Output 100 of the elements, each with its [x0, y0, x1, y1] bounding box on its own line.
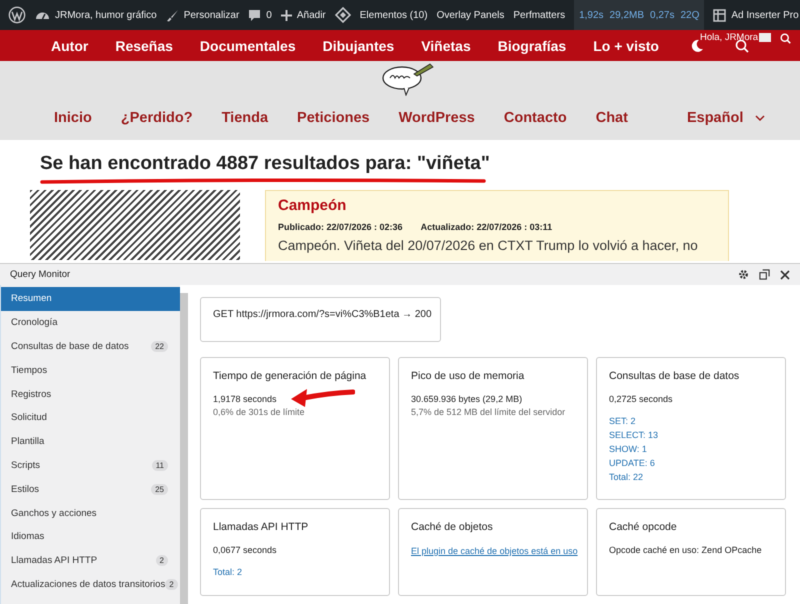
sidebar-label: Solicitud [11, 412, 47, 424]
post-title[interactable]: Campeón [278, 196, 728, 214]
count-badge: 11 [152, 460, 168, 471]
sidebar-item[interactable]: Registros [1, 382, 180, 406]
card-title: Llamadas API HTTP [213, 521, 310, 533]
metric-note: 0,6% de 301s de límite [213, 406, 305, 419]
sidebar-item[interactable]: Actualizaciones de datos transitorios 2 [1, 572, 180, 596]
metric-value: Opcode caché en uso: Zend OPcache [609, 544, 762, 557]
count-badge: 22 [151, 340, 168, 352]
sidebar-label: Plantilla [11, 436, 44, 448]
popout-icon[interactable] [759, 269, 770, 280]
sidebar-item[interactable]: Cronología [1, 310, 180, 335]
grid-icon [713, 8, 726, 22]
metric-value: 30.659.936 bytes (29,2 MB) [411, 393, 522, 406]
card-title: Tiempo de generación de página [213, 370, 368, 382]
avatar-placeholder [759, 33, 771, 42]
nav-link[interactable]: Tienda [222, 110, 268, 126]
search-icon[interactable] [735, 39, 749, 53]
nav-link[interactable]: Lo + visto [593, 38, 659, 54]
sidebar-item[interactable]: Consultas de base de datos 22 [1, 334, 180, 358]
stat-value: 1,92s [579, 10, 604, 20]
close-icon[interactable] [780, 270, 790, 280]
count-badge: 2 [156, 555, 168, 566]
metric-link[interactable]: SELECT: 13 [609, 428, 658, 442]
admin-bar-item[interactable]: Perfmatters [513, 10, 566, 20]
admin-bar-item[interactable]: Añadir [280, 10, 326, 20]
stat-value: 22Q [680, 10, 700, 20]
published-date: Publicado: 22/07/2026 : 02:36 [278, 222, 403, 232]
card-title: Consultas de base de datos [609, 370, 740, 382]
nav-link[interactable]: Contacto [504, 110, 567, 126]
sidebar-item[interactable]: Idiomas [1, 524, 180, 549]
nav-link[interactable]: ¿Perdido? [120, 110, 193, 126]
updated-date: Actualizado: 22/07/2026 : 03:11 [420, 222, 552, 232]
metric-link[interactable]: Total: 22 [609, 470, 644, 484]
settings-icon[interactable] [738, 269, 749, 280]
card-title: Caché de objetos [411, 521, 494, 533]
metric-link[interactable]: SHOW: 1 [609, 442, 647, 456]
comment-icon [248, 8, 262, 22]
metric-value: 0,2725 seconds [609, 393, 673, 406]
admin-bar-item[interactable]: Overlay Panels [436, 10, 504, 20]
nav-link[interactable]: WordPress [398, 110, 475, 126]
sidebar-label: Tiempos [11, 364, 48, 376]
greeting-text[interactable]: Hola, JRMora [700, 32, 758, 43]
nav-link[interactable]: Reseñas [115, 38, 173, 54]
nav-link[interactable]: Inicio [54, 110, 92, 126]
nav-link[interactable]: Autor [51, 38, 88, 54]
sidebar-item[interactable]: Llamadas API HTTP 2 [1, 548, 180, 573]
admin-bar-item[interactable]: Elementos (10) [360, 10, 428, 20]
metric-link[interactable]: Total: 2 [213, 565, 242, 579]
nav-link[interactable]: Viñetas [421, 38, 471, 54]
search-icon[interactable] [780, 33, 791, 44]
nav-link[interactable]: Documentales [200, 38, 296, 54]
sidebar-label: Ganchos y acciones [11, 508, 97, 519]
stat-value: 29,2MB [610, 10, 644, 20]
nav-link[interactable]: Chat [596, 110, 628, 126]
speech-bubble-logo-drawing[interactable] [380, 62, 436, 96]
nav-link[interactable]: Español [686, 110, 766, 126]
sidebar-item[interactable]: Tiempos [1, 358, 180, 382]
plus-icon [280, 10, 292, 20]
stat-value: 0,27s [650, 10, 674, 20]
search-results-heading: Se han encontrado 4887 resultados para: "viñeta" [40, 152, 490, 176]
request-line: GET https://jrmora.com/?s=vi%C3%B1eta → 200 [213, 309, 432, 320]
sidebar-item[interactable]: Scripts 11 [1, 454, 180, 478]
card-title: Caché opcode [609, 521, 678, 533]
sidebar-label: Consultas de base de datos [11, 340, 129, 352]
wordpress-logo-icon[interactable] [8, 6, 26, 24]
metric-link[interactable]: SET: 2 [609, 414, 636, 428]
sidebar-label: Resumen [11, 293, 52, 304]
panel-title: Query Monitor [10, 269, 70, 280]
count-badge: 25 [151, 484, 168, 495]
nav-link[interactable]: Peticiones [297, 110, 370, 126]
admin-bar-item[interactable]: 0 [248, 8, 272, 22]
sidebar-item[interactable]: Resumen [1, 287, 180, 311]
metric-link[interactable]: UPDATE: 6 [609, 456, 655, 470]
sidebar-label: Llamadas API HTTP [11, 555, 98, 566]
sidebar-label: Idiomas [11, 531, 44, 542]
sidebar-label: Scripts [11, 460, 40, 471]
sidebar-label: Estilos [11, 484, 39, 495]
query-monitor-stats[interactable]: 1,92s 29,2MB 0,27s 22Q [574, 0, 704, 30]
admin-bar-item[interactable]: Personalizar [166, 8, 240, 22]
card-title: Pico de uso de memoria [411, 370, 526, 382]
admin-bar-item[interactable]: JRMora, humor gráfico [35, 9, 157, 21]
diamond-icon[interactable] [334, 7, 351, 23]
nav-link[interactable]: Biografías [498, 38, 566, 54]
nav-link[interactable]: Dibujantes [322, 38, 394, 54]
cartoon-thumbnail-placeholder[interactable] [30, 190, 240, 260]
admin-bar-item[interactable]: Ad Inserter Pro [713, 8, 799, 22]
count-badge: 2 [165, 578, 178, 590]
metric-value: 1,9178 seconds [213, 393, 277, 406]
metric-link[interactable]: El plugin de caché de objetos está en uso [411, 544, 578, 558]
sidebar-item[interactable]: Solicitud [1, 406, 180, 430]
sidebar-label: Cronología [11, 317, 58, 328]
scrollbar[interactable] [180, 293, 188, 604]
sidebar-item[interactable]: Estilos 25 [1, 477, 180, 502]
metric-value: 0,0677 seconds [213, 544, 277, 557]
metric-note: 5,7% de 512 MB del límite del servidor [411, 406, 566, 419]
sidebar-item[interactable]: Ganchos y acciones [1, 501, 180, 525]
sidebar-label: Registros [11, 388, 52, 400]
sidebar-label: Actualizaciones de datos transitorios [11, 578, 166, 590]
sidebar-item[interactable]: Plantilla [1, 430, 180, 454]
